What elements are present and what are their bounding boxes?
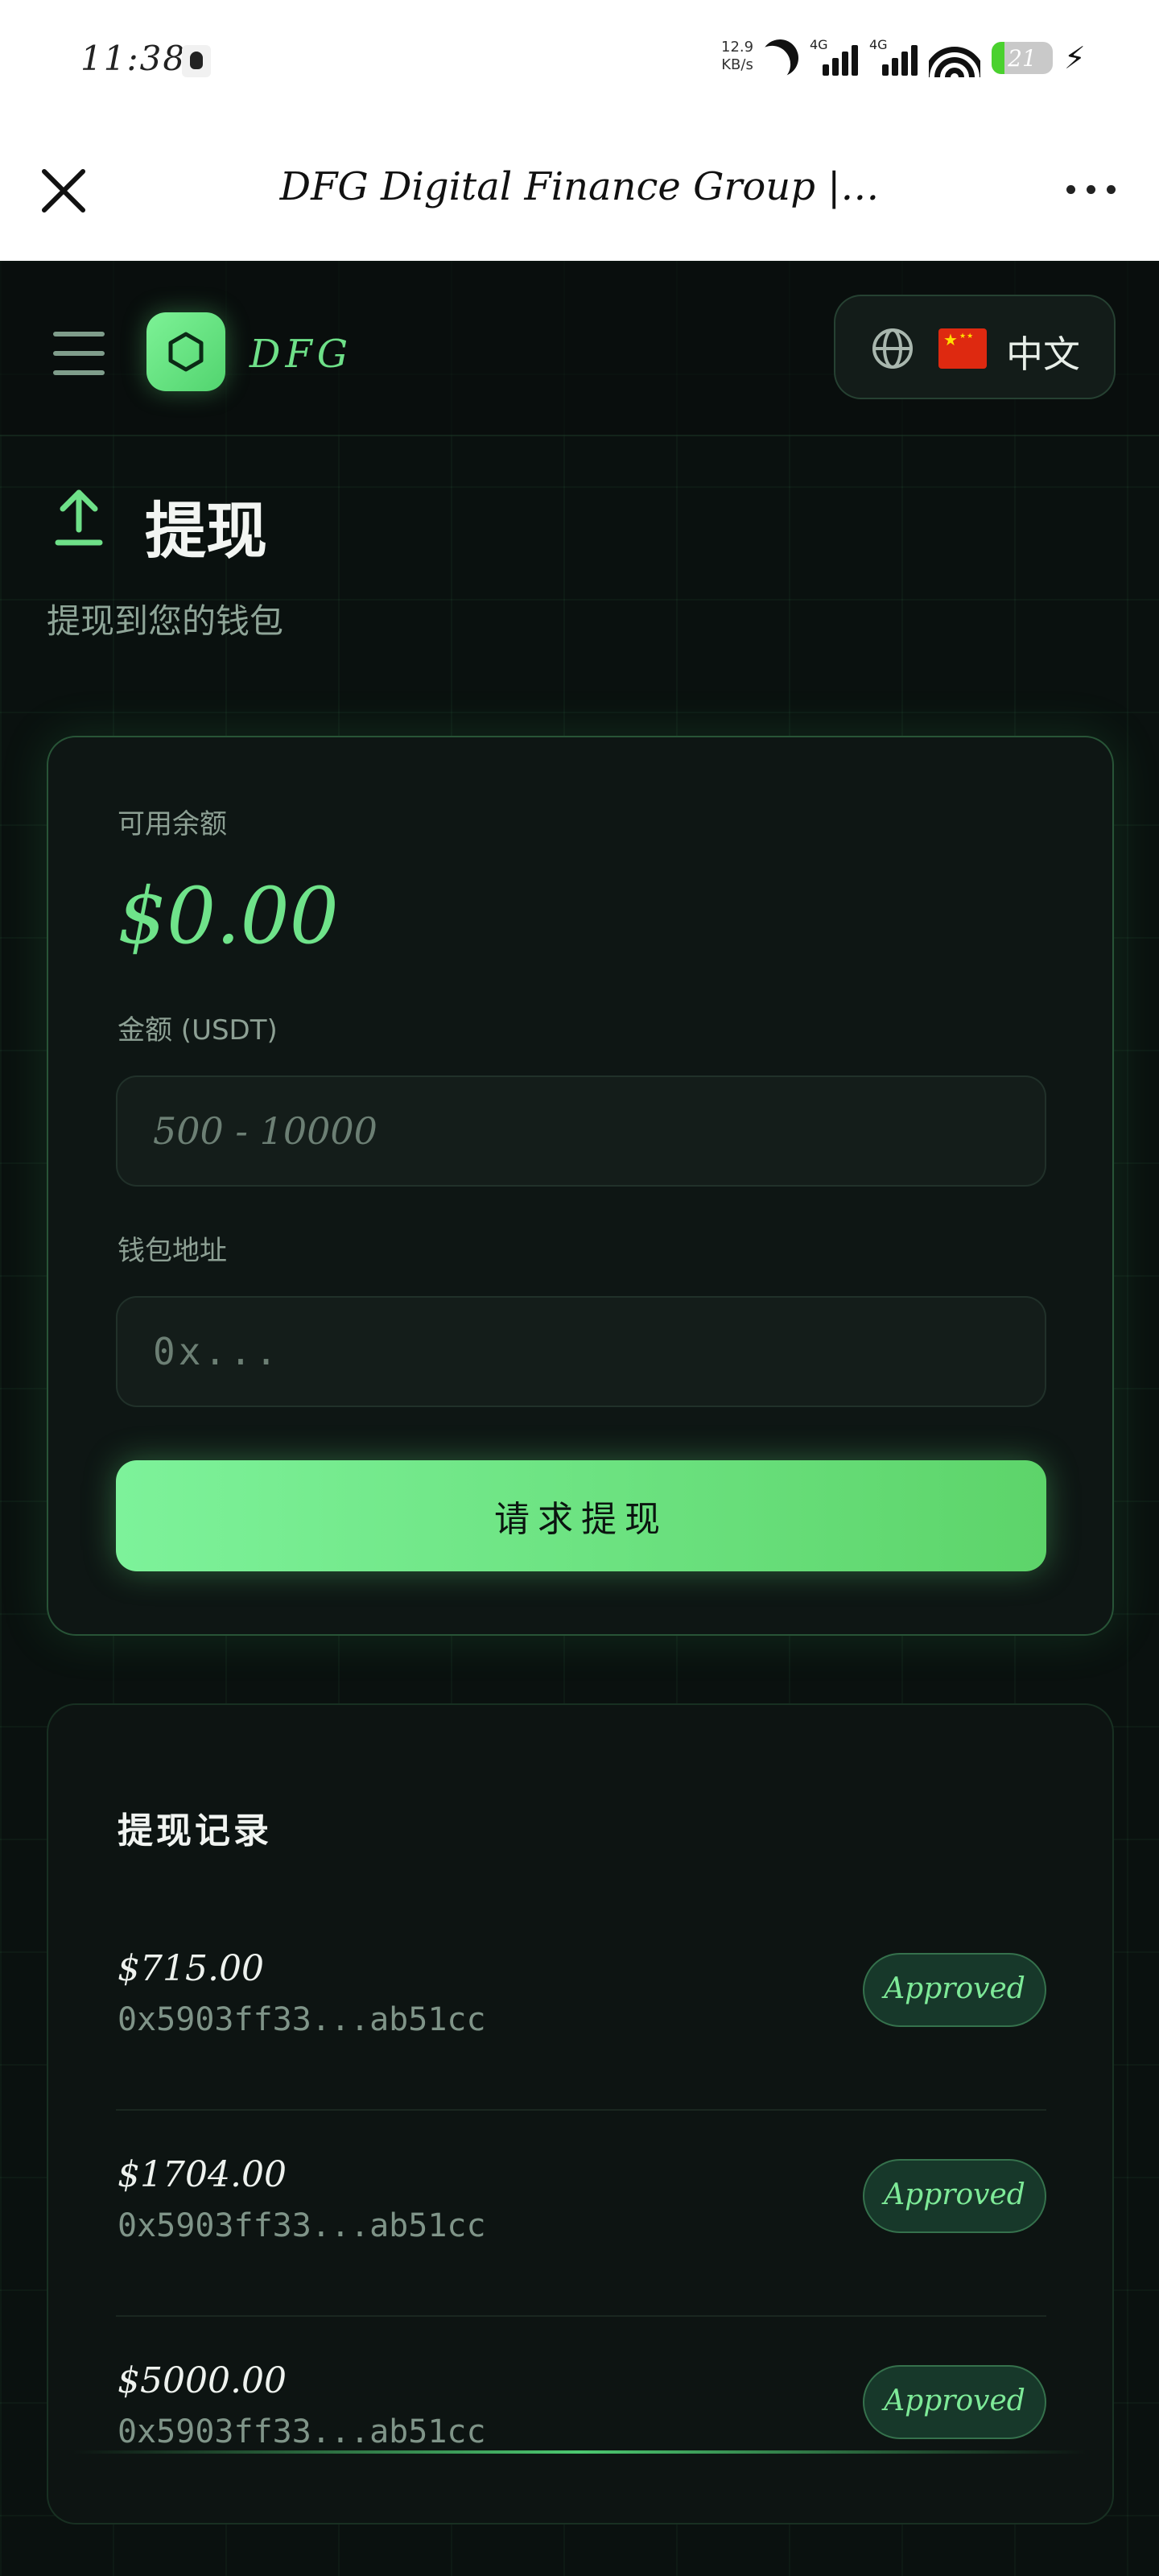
amount-input[interactable]	[118, 1077, 1045, 1185]
upload-arrow-icon	[55, 489, 103, 546]
browser-bar: DFG Digital Finance Group |…	[0, 129, 1159, 261]
do-not-disturb-icon	[757, 35, 804, 82]
page-subtitle: 提现到您的钱包	[47, 601, 284, 641]
charging-icon: ⚡	[1064, 40, 1086, 76]
record-address: 0x5903ff33...ab51cc	[118, 2413, 486, 2450]
list-item[interactable]: $1704.00 0x5903ff33...ab51cc Approved	[116, 2111, 1046, 2317]
status-bar: 11:38 12.9 KB/s 4G 4G 21 ⚡	[0, 0, 1159, 129]
cn-flag-icon	[938, 328, 987, 369]
list-item[interactable]: $5000.00 0x5903ff33...ab51cc Approved	[116, 2317, 1046, 2523]
logo-icon[interactable]	[146, 312, 225, 391]
address-field[interactable]	[116, 1296, 1046, 1407]
language-label: 中文	[1006, 332, 1080, 376]
address-label: 钱包地址	[118, 1235, 227, 1267]
globe-icon	[872, 328, 913, 369]
signal-icon: 4G	[869, 37, 918, 79]
status-time: 11:38	[80, 39, 187, 78]
status-icons: 4G 4G 21 ⚡	[761, 35, 1086, 80]
menu-icon[interactable]	[53, 332, 105, 375]
address-input[interactable]	[118, 1298, 1045, 1406]
network-speed-value: 12.9	[721, 39, 754, 56]
record-amount: $1704.00	[118, 2154, 287, 2195]
app-header: DFG 中文	[0, 261, 1159, 436]
battery-icon: 21	[992, 42, 1053, 74]
balance-label: 可用余额	[118, 808, 227, 840]
hexagon-icon	[168, 332, 204, 372]
language-selector[interactable]: 中文	[834, 295, 1116, 399]
amount-label: 金额 (USDT)	[118, 1014, 278, 1046]
network-speed: 12.9 KB/s	[721, 39, 753, 74]
qq-notification-icon	[182, 45, 211, 77]
brand-name[interactable]: DFG	[250, 332, 353, 377]
amount-field[interactable]	[116, 1075, 1046, 1187]
request-withdraw-button[interactable]: 请求提现	[116, 1460, 1046, 1571]
balance-value: $0.00	[118, 871, 339, 961]
withdraw-card: 可用余额 $0.00 金额 (USDT) 钱包地址 请求提现	[47, 736, 1114, 1636]
app-page: DFG 中文 提现 提现到您的钱包 可用余额 $0.00 金额 (USDT) 钱…	[0, 261, 1159, 2576]
page-title: 提现	[145, 495, 267, 567]
withdraw-records-card: 提现记录 $715.00 0x5903ff33...ab51cc Approve…	[47, 1703, 1114, 2524]
status-badge: Approved	[863, 1953, 1046, 2027]
divider-glow	[72, 2450, 1087, 2454]
record-amount: $715.00	[118, 1948, 264, 1989]
close-icon[interactable]	[37, 164, 90, 217]
record-address: 0x5903ff33...ab51cc	[118, 2001, 486, 2038]
record-amount: $5000.00	[118, 2360, 287, 2401]
status-badge: Approved	[863, 2365, 1046, 2439]
browser-title: DFG Digital Finance Group |…	[279, 164, 880, 209]
list-item[interactable]: $715.00 0x5903ff33...ab51cc Approved	[116, 1905, 1046, 2111]
wifi-icon	[929, 39, 980, 77]
record-address: 0x5903ff33...ab51cc	[118, 2207, 486, 2244]
records-title: 提现记录	[118, 1810, 272, 1852]
status-badge: Approved	[863, 2159, 1046, 2233]
more-dots-icon[interactable]	[1066, 185, 1116, 194]
signal-icon: 4G	[810, 37, 858, 79]
battery-level: 21	[1008, 45, 1037, 72]
network-speed-unit: KB/s	[721, 56, 753, 73]
